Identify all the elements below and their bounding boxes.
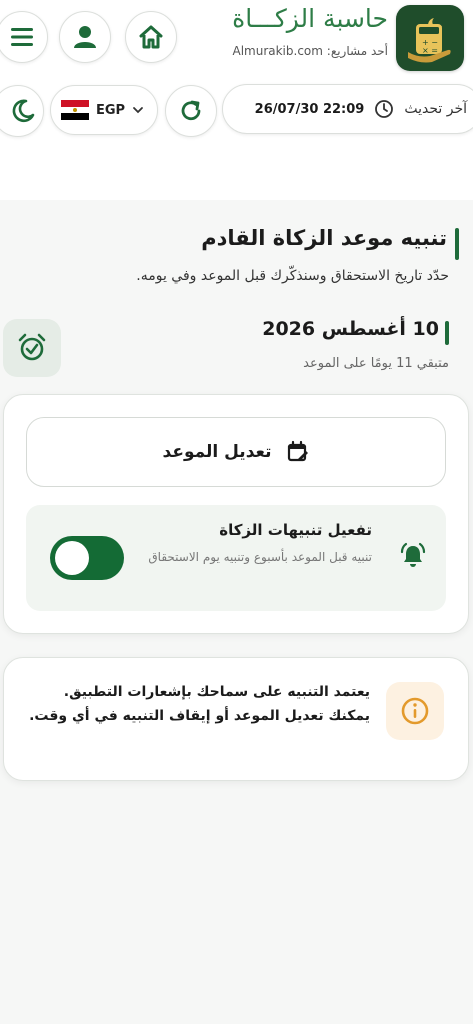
info-icon	[401, 697, 429, 725]
refresh-button[interactable]	[165, 85, 217, 137]
last-update-indicator: آخر تحديث 26/07/30 22:09	[222, 84, 473, 134]
last-update-label: آخر تحديث	[404, 101, 467, 117]
section-accent	[455, 228, 459, 260]
chevron-down-icon	[133, 107, 143, 114]
app-subtitle: أحد مشاريع: Almurakib.com	[128, 44, 388, 58]
info-badge	[386, 682, 444, 740]
moon-icon	[12, 99, 35, 123]
alerts-panel: تفعيل تنبيهات الزكاة تنبيه قبل الموعد بأ…	[26, 505, 446, 611]
menu-icon	[11, 28, 33, 46]
reminder-title: تنبيه موعد الزكاة القادم	[201, 226, 447, 250]
calendar-edit-icon	[287, 440, 308, 462]
calculator-coins-icon: + − × =	[408, 18, 451, 63]
profile-button[interactable]	[59, 11, 111, 63]
alarm-badge	[3, 319, 61, 377]
edit-date-button[interactable]: تعديل الموعد	[26, 417, 446, 487]
reminder-card: تعديل الموعد تفعيل تنبيهات الزكاة تنبيه …	[3, 394, 469, 634]
subtitle-prefix: أحد مشاريع:	[326, 44, 388, 58]
alerts-description: تنبيه قبل الموعد بأسبوع وتنبيه يوم الاست…	[148, 550, 372, 564]
reminder-description: حدّد تاريخ الاستحقاق وسنذكّرك قبل الموعد…	[136, 268, 449, 284]
edit-date-label: تعديل الموعد	[162, 442, 272, 462]
info-text: يعتمد التنبيه على سماحك بإشعارات التطبيق…	[29, 684, 370, 724]
subtitle-site-link[interactable]: Almurakib.com	[232, 44, 322, 58]
date-accent	[445, 321, 449, 345]
alerts-title: تفعيل تنبيهات الزكاة	[219, 521, 372, 539]
app-logo: + − × =	[396, 5, 464, 71]
bell-ring-icon	[400, 542, 426, 567]
days-remaining: متبقي 11 يومًا على الموعد	[303, 356, 449, 371]
info-card: يعتمد التنبيه على سماحك بإشعارات التطبيق…	[3, 657, 469, 781]
toggle-knob	[55, 541, 89, 575]
due-date: 10 أغسطس 2026	[262, 318, 439, 340]
currency-code: EGP	[96, 102, 126, 118]
last-update-value: 26/07/30 22:09	[254, 101, 365, 117]
currency-selector[interactable]: EGP	[50, 85, 158, 135]
svg-text:× =: × =	[422, 46, 438, 55]
refresh-icon	[181, 100, 201, 121]
alarm-clock-check-icon	[18, 333, 46, 361]
alerts-toggle[interactable]	[50, 536, 124, 580]
clock-icon	[375, 100, 394, 118]
user-icon	[74, 26, 96, 48]
app-title: حاسبة الزكـــاة	[232, 4, 388, 33]
egypt-flag-icon	[61, 100, 89, 120]
